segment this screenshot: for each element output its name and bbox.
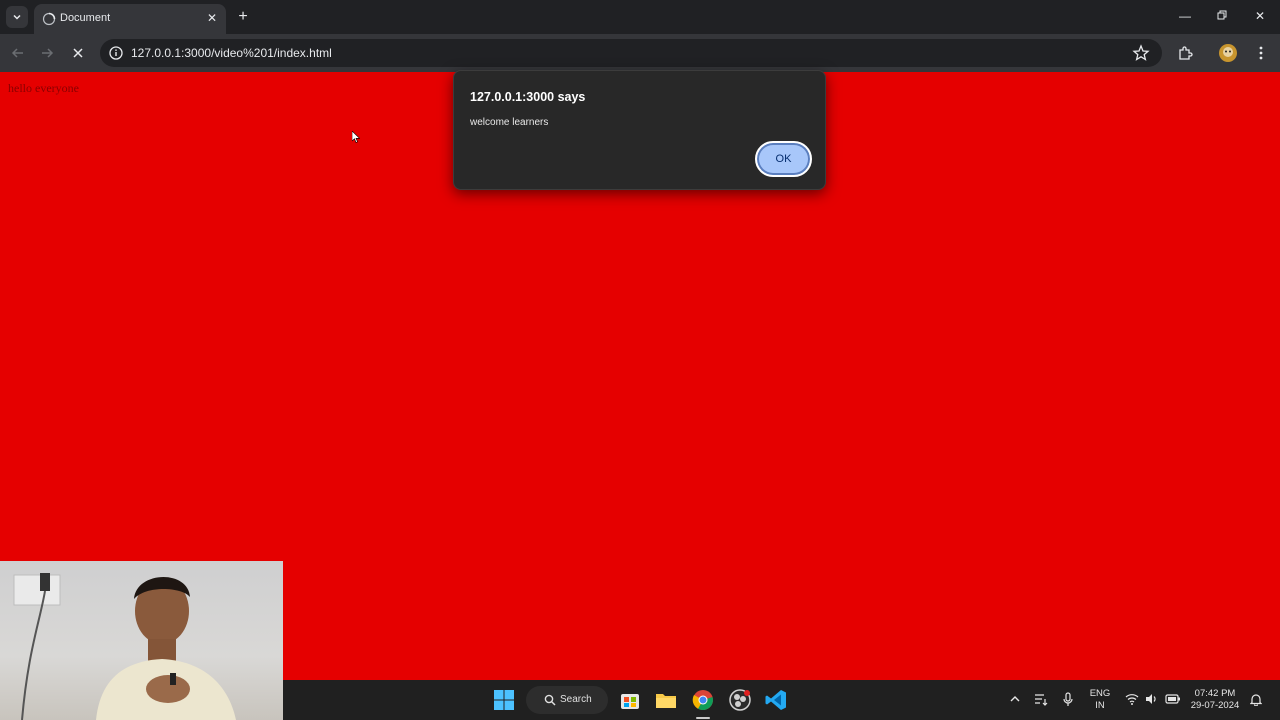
forward-arrow-icon: [42, 48, 54, 58]
windows-start-icon[interactable]: [492, 688, 516, 712]
url-text[interactable]: 127.0.0.1:3000/video%201/index.html: [131, 46, 332, 60]
webcam-overlay: [0, 561, 283, 720]
notification-bell-icon[interactable]: [1250, 693, 1262, 706]
dialog-message: welcome learners: [470, 117, 549, 128]
presenter-video-image: [13, 573, 236, 720]
battery-icon[interactable]: [1165, 694, 1181, 704]
clock-time: 07:42 PM: [1194, 688, 1236, 699]
windows-taskbar: Search ENG IN 07:42 PM 29-07-2024: [283, 680, 1280, 720]
microphone-icon[interactable]: [1063, 692, 1073, 707]
new-tab-button[interactable]: +: [234, 8, 252, 26]
profile-avatar[interactable]: [1218, 43, 1238, 63]
search-icon: [544, 694, 556, 706]
language-code: ENG: [1089, 688, 1111, 699]
obs-icon[interactable]: [728, 688, 752, 712]
mouse-cursor-icon: [352, 131, 360, 143]
more-vert-icon: [1259, 46, 1263, 60]
tab-document[interactable]: Document ✕: [34, 4, 226, 34]
minimize-button[interactable]: —: [1172, 6, 1198, 26]
alert-dialog: 127.0.0.1:3000 says welcome learners OK: [453, 70, 826, 190]
vscode-icon[interactable]: [764, 688, 788, 712]
forward-button[interactable]: [36, 42, 58, 64]
active-app-indicator: [696, 717, 710, 719]
puzzle-icon: [1179, 46, 1193, 60]
extensions-button[interactable]: [1175, 43, 1195, 63]
file-explorer-icon[interactable]: [654, 688, 678, 712]
loading-globe-icon: [42, 12, 56, 26]
browser-toolbar: 127.0.0.1:3000/video%201/index.html: [0, 34, 1280, 72]
chevron-up-icon[interactable]: [1010, 695, 1020, 703]
chevron-down-icon: [13, 14, 21, 20]
clock[interactable]: 07:42 PM 29-07-2024: [1186, 688, 1244, 712]
page-body-text: hello everyone: [8, 81, 79, 95]
restore-button[interactable]: [1209, 6, 1235, 26]
bookmark-star-icon[interactable]: [1132, 44, 1150, 62]
chrome-icon[interactable]: [691, 688, 715, 712]
volume-icon[interactable]: [1145, 693, 1158, 705]
store-icon[interactable]: [618, 688, 642, 712]
menu-button[interactable]: [1251, 43, 1271, 63]
language-indicator[interactable]: ENG IN: [1088, 688, 1112, 712]
wifi-icon[interactable]: [1125, 693, 1139, 705]
search-label: Search: [560, 694, 592, 705]
stop-loading-button[interactable]: [67, 42, 89, 64]
tab-close-icon[interactable]: ✕: [204, 10, 220, 26]
ok-button[interactable]: OK: [755, 141, 812, 177]
tab-strip: Document ✕ + — ✕: [0, 0, 1280, 34]
clock-date: 29-07-2024: [1190, 700, 1240, 711]
close-window-button[interactable]: ✕: [1247, 6, 1273, 26]
back-arrow-icon: [11, 48, 23, 58]
dialog-title: 127.0.0.1:3000 says: [470, 90, 586, 104]
ime-icon[interactable]: [1034, 693, 1048, 706]
tab-search-button[interactable]: [6, 6, 28, 28]
tab-title: Document: [60, 12, 111, 24]
restore-icon: [1217, 10, 1227, 20]
region-code: IN: [1095, 700, 1105, 711]
address-bar[interactable]: 127.0.0.1:3000/video%201/index.html: [100, 39, 1162, 67]
back-button[interactable]: [7, 42, 29, 64]
close-icon: [73, 48, 83, 58]
avatar-icon: [1219, 44, 1237, 62]
info-icon[interactable]: [108, 45, 124, 61]
taskbar-search[interactable]: Search: [526, 686, 608, 714]
